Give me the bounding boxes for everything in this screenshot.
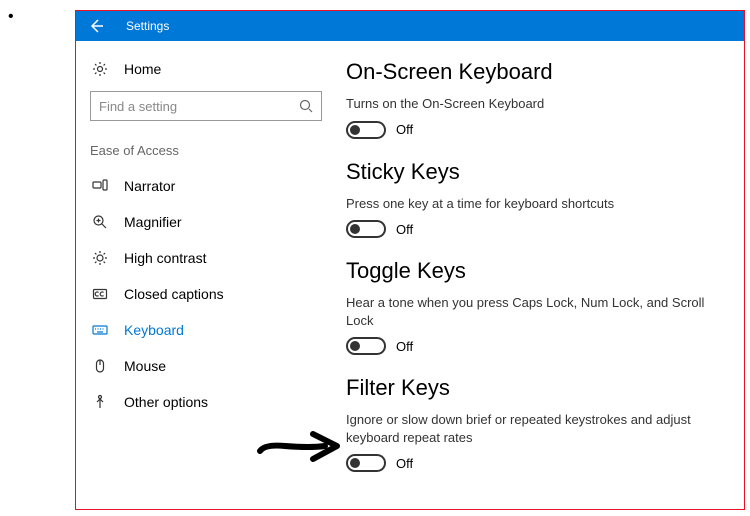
group-sticky-keys: Sticky Keys Press one key at a time for …	[346, 159, 724, 239]
toggle-state-label: Off	[396, 339, 413, 354]
sidebar-item-narrator[interactable]: Narrator	[76, 168, 336, 204]
toggle-sticky-keys[interactable]	[346, 220, 386, 238]
group-title: On-Screen Keyboard	[346, 59, 724, 85]
settings-window: Settings Home E	[75, 10, 745, 510]
group-toggle-keys: Toggle Keys Hear a tone when you press C…	[346, 258, 724, 355]
toggle-state-label: Off	[396, 456, 413, 471]
back-button[interactable]	[76, 11, 116, 41]
sidebar-item-label: Keyboard	[124, 322, 184, 338]
toggle-knob	[350, 341, 360, 351]
toggle-row: Off	[346, 454, 724, 472]
search-icon	[298, 98, 314, 119]
group-filter-keys: Filter Keys Ignore or slow down brief or…	[346, 375, 724, 472]
toggle-row: Off	[346, 337, 724, 355]
window-title: Settings	[126, 19, 169, 33]
main-panel: On-Screen Keyboard Turns on the On-Scree…	[336, 41, 744, 509]
high-contrast-icon	[90, 250, 110, 266]
sidebar-item-high-contrast[interactable]: High contrast	[76, 240, 336, 276]
toggle-state-label: Off	[396, 122, 413, 137]
group-on-screen-keyboard: On-Screen Keyboard Turns on the On-Scree…	[346, 59, 724, 139]
gear-icon	[90, 61, 110, 77]
magnifier-icon	[90, 214, 110, 230]
group-description: Ignore or slow down brief or repeated ke…	[346, 411, 724, 446]
list-bullet: •	[8, 8, 14, 26]
toggle-toggle-keys[interactable]	[346, 337, 386, 355]
toggle-filter-keys[interactable]	[346, 454, 386, 472]
sidebar-item-label: High contrast	[124, 250, 206, 266]
toggle-state-label: Off	[396, 222, 413, 237]
group-title: Sticky Keys	[346, 159, 724, 185]
toggle-knob	[350, 125, 360, 135]
group-title: Filter Keys	[346, 375, 724, 401]
content-area: Home Ease of Access Narrator	[76, 41, 744, 509]
title-bar: Settings	[76, 11, 744, 41]
toggle-row: Off	[346, 121, 724, 139]
section-header: Ease of Access	[76, 137, 336, 168]
sidebar-item-other-options[interactable]: Other options	[76, 384, 336, 420]
home-label: Home	[124, 61, 161, 77]
sidebar-item-mouse[interactable]: Mouse	[76, 348, 336, 384]
sidebar-item-label: Closed captions	[124, 286, 224, 302]
group-title: Toggle Keys	[346, 258, 724, 284]
narrator-icon	[90, 178, 110, 194]
group-description: Press one key at a time for keyboard sho…	[346, 195, 724, 213]
closed-captions-icon	[90, 286, 110, 302]
sidebar-item-label: Magnifier	[124, 214, 182, 230]
sidebar-item-label: Other options	[124, 394, 208, 410]
arrow-left-icon	[88, 18, 104, 34]
toggle-knob	[350, 458, 360, 468]
sidebar-item-closed-captions[interactable]: Closed captions	[76, 276, 336, 312]
sidebar: Home Ease of Access Narrator	[76, 41, 336, 509]
search-input[interactable]	[90, 91, 322, 121]
home-button[interactable]: Home	[76, 53, 336, 85]
mouse-icon	[90, 358, 110, 374]
toggle-row: Off	[346, 220, 724, 238]
other-options-icon	[90, 394, 110, 410]
toggle-on-screen-keyboard[interactable]	[346, 121, 386, 139]
sidebar-item-magnifier[interactable]: Magnifier	[76, 204, 336, 240]
toggle-knob	[350, 224, 360, 234]
sidebar-item-keyboard[interactable]: Keyboard	[76, 312, 336, 348]
sidebar-item-label: Narrator	[124, 178, 175, 194]
group-description: Hear a tone when you press Caps Lock, Nu…	[346, 294, 724, 329]
search-box	[90, 91, 322, 121]
group-description: Turns on the On-Screen Keyboard	[346, 95, 724, 113]
keyboard-icon	[90, 322, 110, 338]
sidebar-item-label: Mouse	[124, 358, 166, 374]
